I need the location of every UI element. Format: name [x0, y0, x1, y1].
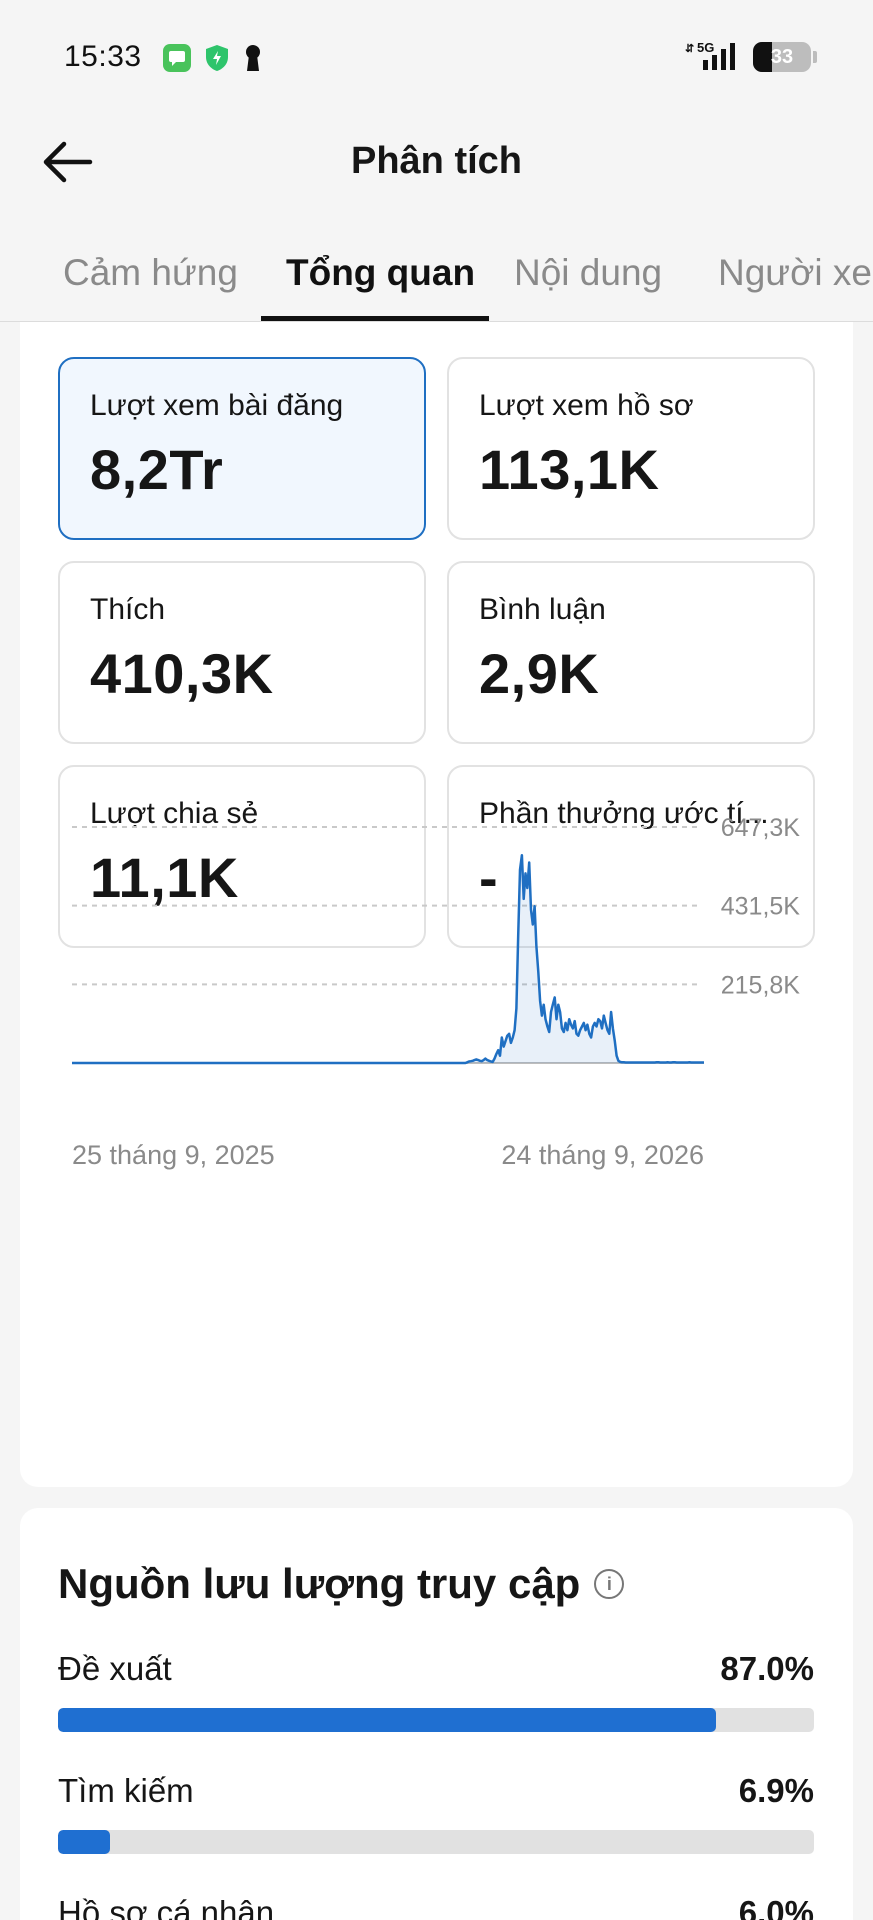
- y-tick-label: 215,8K: [721, 971, 801, 999]
- overview-card: Lượt xem bài đăng 8,2Tr Lượt xem hồ sơ 1…: [20, 322, 853, 1487]
- source-percent: 6.9%: [738, 1772, 814, 1809]
- section-title: Nguồn lưu lượng truy cập: [58, 1560, 581, 1607]
- source-bar: [58, 1830, 814, 1854]
- battery-level: 33: [770, 45, 794, 68]
- keyhole-icon: [246, 45, 260, 71]
- status-time: 15:33: [64, 40, 142, 73]
- app-header: Phân tích: [0, 110, 873, 210]
- y-tick-label: 647,3K: [721, 814, 801, 842]
- signal-5g-icon: ⇵ 5G: [685, 40, 735, 70]
- source-label: Đề xuất: [58, 1650, 172, 1687]
- x-tick-label: 25 tháng 9, 2025: [72, 1140, 275, 1170]
- page-title: Phân tích: [350, 140, 523, 182]
- battery-icon: 33: [753, 42, 811, 72]
- svg-text:⇵: ⇵: [685, 43, 694, 55]
- tab-viewers[interactable]: Người xem: [718, 252, 873, 294]
- views-chart[interactable]: 647,3K 431,5K 215,8K 25 tháng 9, 2025 24 thá…: [20, 322, 853, 1322]
- tab-inspiration[interactable]: Cảm hứng: [63, 252, 238, 294]
- tab-content[interactable]: Nội dung: [514, 252, 662, 294]
- source-bar-fill: [58, 1708, 716, 1732]
- traffic-source-row: Tìm kiếm 6.9%: [58, 1772, 814, 1854]
- series-line: [72, 853, 704, 1065]
- notification-icons: [162, 43, 264, 73]
- shield-icon: [206, 45, 228, 71]
- traffic-sources-card: Nguồn lưu lượng truy cập i Đề xuất 87.0%…: [20, 1508, 853, 1920]
- traffic-title-row: Nguồn lưu lượng truy cập i: [58, 1560, 625, 1608]
- traffic-source-row: Đề xuất 87.0%: [58, 1650, 814, 1732]
- source-percent: 87.0%: [720, 1650, 814, 1687]
- tab-bar: Cảm hứng Tổng quan Nội dung Người xem: [0, 230, 873, 322]
- source-label: Tìm kiếm: [58, 1772, 194, 1809]
- status-right: ⇵ 5G 33: [685, 40, 817, 74]
- message-app-icon: [163, 44, 191, 72]
- source-percent: 6.0%: [738, 1894, 814, 1920]
- svg-text:5G: 5G: [697, 40, 714, 55]
- source-bar: [58, 1708, 814, 1732]
- traffic-source-row: Hồ sơ cá nhân 6.0%: [58, 1894, 814, 1920]
- tab-overview[interactable]: Tổng quan: [286, 252, 475, 294]
- info-icon[interactable]: i: [594, 1569, 625, 1599]
- x-tick-label: 24 tháng 9, 2026: [501, 1140, 704, 1170]
- source-label: Hồ sơ cá nhân: [58, 1894, 275, 1920]
- status-bar: 15:33 ⇵ 5G 33: [0, 0, 873, 110]
- tab-active-indicator: [261, 316, 489, 321]
- source-bar-fill: [58, 1830, 111, 1854]
- y-tick-label: 431,5K: [721, 893, 801, 921]
